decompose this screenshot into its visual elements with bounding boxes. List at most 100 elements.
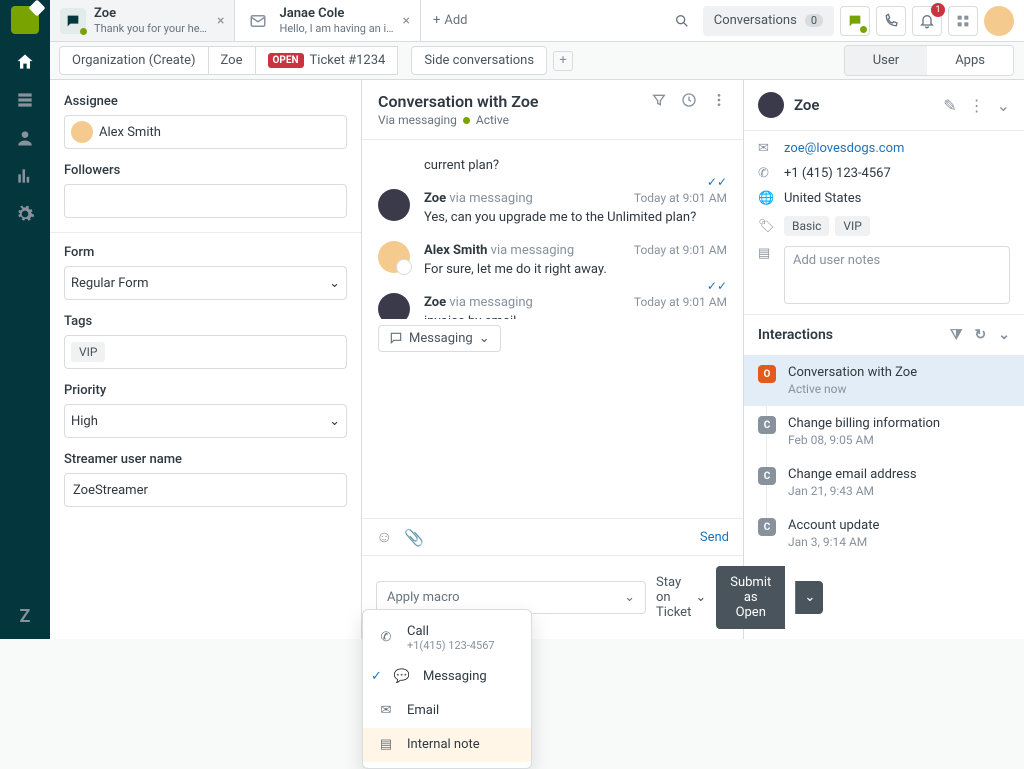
assignee-label: Assignee [64, 94, 347, 109]
message: Zoe via messagingToday at 9:01 AMYes, ca… [378, 183, 727, 235]
tab-organization[interactable]: Organization (Create) [59, 46, 209, 75]
close-icon[interactable]: × [217, 13, 224, 29]
close-icon[interactable]: × [402, 13, 409, 29]
add-tab-button[interactable]: +Add [421, 13, 480, 28]
filter-icon[interactable] [651, 92, 667, 108]
tag-chip: VIP [71, 342, 105, 362]
overflow-icon[interactable] [711, 92, 727, 108]
toggle-user[interactable]: User [845, 46, 927, 75]
ticket-fields-panel: Assignee Alex Smith Followers Form Regul… [50, 80, 362, 639]
history-icon[interactable] [681, 92, 697, 108]
conversations-pill[interactable]: Conversations0 [703, 6, 834, 36]
chat-status-icon[interactable] [840, 6, 870, 36]
reporting-icon[interactable] [15, 166, 35, 186]
profile-avatar[interactable] [984, 6, 1014, 36]
tab-zoe[interactable]: ZoeThank you for your hel… × [50, 0, 235, 41]
views-icon[interactable] [15, 90, 35, 110]
status-badge: O [758, 365, 776, 383]
tags-field[interactable]: VIP [64, 335, 347, 369]
interaction-item[interactable]: OConversation with ZoeActive now [744, 355, 1024, 406]
popup-call[interactable]: ✆Call+1(415) 123-4567 [363, 616, 531, 660]
refresh-icon[interactable]: ↻ [975, 327, 987, 343]
chevron-down-icon: ⌄ [624, 590, 635, 605]
globe-icon: 🌐 [758, 191, 774, 206]
chevron-down-icon: ⌄ [695, 590, 706, 605]
tab-subtitle: Hello, I am having an is… [279, 22, 394, 35]
talk-icon[interactable] [876, 6, 906, 36]
interaction-item[interactable]: CChange email addressJan 21, 9:43 AM [744, 457, 1024, 508]
context-panel: Zoe ✎ ⋮ ⌄ ✉zoe@lovesdogs.com ✆+1 (415) 1… [744, 80, 1024, 639]
streamer-label: Streamer user name [64, 452, 347, 467]
user-email[interactable]: zoe@lovesdogs.com [784, 141, 904, 156]
emoji-icon[interactable]: ☺ [376, 527, 392, 547]
tab-subtitle: Thank you for your hel… [94, 22, 209, 35]
popup-email[interactable]: ✉Email [363, 694, 531, 728]
form-select[interactable]: Regular Form⌄ [64, 266, 347, 300]
side-conversations-button[interactable]: Side conversations [411, 46, 547, 75]
tag-chip: VIP [835, 216, 869, 236]
messaging-icon: 💬 [393, 668, 411, 686]
phone-icon: ✆ [758, 166, 774, 181]
zendesk-logo[interactable] [11, 6, 39, 34]
filter-icon[interactable]: ⧩ [950, 327, 963, 343]
z-icon[interactable]: Z [20, 606, 31, 627]
popup-internal-note[interactable]: ▤Internal note [363, 728, 531, 762]
interaction-item[interactable]: CChange billing informationFeb 08, 9:05 … [744, 406, 1024, 457]
status-badge: C [758, 518, 776, 536]
status-dot [463, 117, 470, 124]
left-rail: Z [0, 0, 50, 639]
overflow-icon[interactable]: ⋮ [969, 96, 985, 115]
stay-on-ticket[interactable]: Stay on Ticket⌄ [656, 575, 706, 620]
chevron-down-icon: ⌄ [329, 414, 340, 429]
send-button[interactable]: Send [700, 530, 729, 545]
conversation-panel: Conversation with Zoe Via messagingActiv… [362, 80, 744, 639]
assignee-field[interactable]: Alex Smith [64, 115, 347, 149]
priority-select[interactable]: High⌄ [64, 404, 347, 438]
toggle-apps[interactable]: Apps [927, 46, 1013, 75]
note-icon: ▤ [377, 736, 395, 754]
user-name: Zoe [794, 96, 933, 114]
tag-chip: Basic [784, 216, 829, 236]
tab-user[interactable]: Zoe [208, 46, 256, 75]
tag-icon: 🏷 [758, 219, 774, 234]
streamer-input[interactable] [71, 479, 340, 502]
avatar [758, 92, 784, 118]
chevron-down-icon[interactable]: ⌄ [997, 96, 1010, 115]
home-icon[interactable] [15, 52, 35, 72]
chevron-down-icon: ⌄ [479, 331, 490, 346]
interactions-header: Interactions ⧩↻⌄ [744, 315, 1024, 355]
channel-selector[interactable]: Messaging⌄ [378, 325, 501, 352]
user-notes[interactable]: Add user notes [784, 246, 1010, 304]
chevron-down-icon: ⌄ [329, 276, 340, 291]
customers-icon[interactable] [15, 128, 35, 148]
interaction-item[interactable]: CAccount updateJan 3, 9:14 AM [744, 508, 1024, 559]
popup-messaging[interactable]: 💬Messaging [363, 660, 531, 694]
priority-label: Priority [64, 383, 347, 398]
attachment-icon[interactable]: 📎 [404, 528, 424, 547]
chevron-down-icon[interactable]: ⌄ [998, 327, 1010, 343]
add-side-conv-button[interactable]: + [553, 51, 573, 71]
user-phone: +1 (415) 123-4567 [784, 166, 891, 181]
tab-title: Janae Cole [279, 6, 394, 22]
workspace-tabs: ZoeThank you for your hel… × Janae ColeH… [50, 0, 1024, 42]
notifications-icon[interactable]: 1 [912, 6, 942, 36]
channel-popup: ✆Call+1(415) 123-4567 💬Messaging ✉Email … [362, 609, 532, 769]
admin-icon[interactable] [15, 204, 35, 224]
submit-dropdown[interactable]: ⌄ [795, 581, 823, 614]
tab-ticket[interactable]: OPENTicket #1234 [255, 46, 399, 75]
context-tabs: Organization (Create) Zoe OPENTicket #12… [50, 42, 1024, 80]
mail-icon: ✉ [377, 702, 395, 720]
followers-label: Followers [64, 163, 347, 178]
apps-icon[interactable] [948, 6, 978, 36]
streamer-field[interactable] [64, 473, 347, 507]
user-location: United States [784, 191, 861, 206]
context-toggle: User Apps [844, 45, 1014, 76]
tab-janae[interactable]: Janae ColeHello, I am having an is… × [235, 0, 420, 41]
submit-button[interactable]: Submit as Open [716, 566, 785, 629]
status-badge: C [758, 416, 776, 434]
mail-icon [245, 8, 271, 34]
edit-icon[interactable]: ✎ [943, 96, 956, 115]
followers-field[interactable] [64, 184, 347, 218]
conversation-title: Conversation with Zoe [378, 92, 538, 111]
search-icon[interactable] [667, 6, 697, 36]
